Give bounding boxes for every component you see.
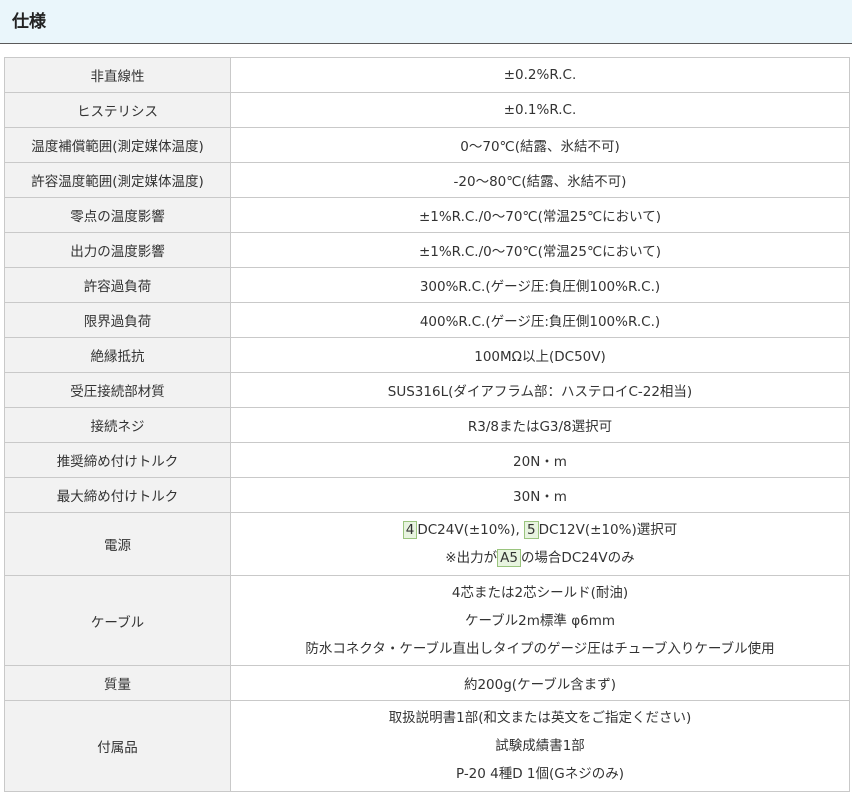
row-label: 許容過負荷 bbox=[4, 267, 231, 303]
row-value: ±0.2%R.C. bbox=[230, 57, 850, 93]
cable-line: 防水コネクタ・ケーブル直出しタイプのゲージ圧はチューブ入りケーブル使用 bbox=[305, 640, 775, 657]
accessories-line: 取扱説明書1部(和文または英文をご指定ください) bbox=[388, 710, 692, 726]
row-value: 400%R.C.(ゲージ圧:負圧側100%R.C.) bbox=[230, 302, 850, 338]
cable-value: 4芯または2芯シールド(耐油) ケーブル2m標準 φ6mm 防水コネクタ・ケーブ… bbox=[230, 575, 850, 666]
table-row: 絶縁抵抗 100MΩ以上(DC50V) bbox=[4, 337, 850, 373]
row-label: 非直線性 bbox=[4, 57, 231, 93]
row-label: 接続ネジ bbox=[4, 407, 231, 443]
power-code-1: 4 bbox=[402, 521, 418, 539]
row-value: 300%R.C.(ゲージ圧:負圧側100%R.C.) bbox=[230, 267, 850, 303]
row-label: 受圧接続部材質 bbox=[4, 372, 231, 408]
table-row: 限界過負荷 400%R.C.(ゲージ圧:負圧側100%R.C.) bbox=[4, 302, 850, 338]
row-value: 100MΩ以上(DC50V) bbox=[230, 337, 850, 373]
power-code-2: 5 bbox=[524, 521, 539, 539]
row-value: 30N・m bbox=[230, 477, 850, 513]
power-text-1: DC24V(±10%), bbox=[417, 522, 520, 538]
row-value: ±0.1%R.C. bbox=[230, 92, 850, 128]
power-note: ※出力が A5 の場合DC24Vのみ bbox=[237, 544, 843, 572]
row-label: 絶縁抵抗 bbox=[4, 337, 231, 373]
section-title: 仕様 bbox=[12, 12, 46, 32]
row-label: 推奨締め付けトルク bbox=[4, 442, 231, 478]
power-line-1: 4 DC24V(±10%), 5 DC12V(±10%)選択可 bbox=[237, 516, 843, 544]
spec-page: 仕様 非直線性 ±0.2%R.C. ヒステリシス ±0.1%R.C. 温度補償範… bbox=[0, 0, 852, 793]
mass-value: 約200g(ケーブル含まず) bbox=[230, 665, 850, 701]
row-label: 零点の温度影響 bbox=[4, 197, 231, 233]
table-row: 推奨締め付けトルク 20N・m bbox=[4, 442, 850, 478]
table-row: 許容温度範囲(測定媒体温度) -20～80℃(結露、氷結不可) bbox=[4, 162, 850, 198]
power-value: 4 DC24V(±10%), 5 DC12V(±10%)選択可 ※出力が A5 の場合D… bbox=[230, 512, 850, 576]
row-label: 最大締め付けトルク bbox=[4, 477, 231, 513]
row-value: ±1%R.C./0～70℃(常温25℃において) bbox=[230, 197, 850, 233]
row-value: 0～70℃(結露、氷結不可) bbox=[230, 127, 850, 163]
table-row-accessories: 付属品 取扱説明書1部(和文または英文をご指定ください) 試験成績書1部 P-2… bbox=[4, 700, 850, 792]
accessories-line: P-20 4種D 1個(Gネジのみ) bbox=[455, 766, 625, 782]
table-row: 零点の温度影響 ±1%R.C./0～70℃(常温25℃において) bbox=[4, 197, 850, 233]
table-row: ヒステリシス ±0.1%R.C. bbox=[4, 92, 850, 128]
spec-table: 非直線性 ±0.2%R.C. ヒステリシス ±0.1%R.C. 温度補償範囲(測… bbox=[4, 57, 850, 792]
power-label: 電源 bbox=[4, 512, 231, 576]
row-value: 20N・m bbox=[230, 442, 850, 478]
table-row: 温度補償範囲(測定媒体温度) 0～70℃(結露、氷結不可) bbox=[4, 127, 850, 163]
row-label: ヒステリシス bbox=[4, 92, 231, 128]
row-value: R3/8またはG3/8選択可 bbox=[230, 407, 850, 443]
accessories-label: 付属品 bbox=[4, 700, 231, 792]
table-row: 出力の温度影響 ±1%R.C./0～70℃(常温25℃において) bbox=[4, 232, 850, 268]
row-value: -20～80℃(結露、氷結不可) bbox=[230, 162, 850, 198]
cable-line: ケーブル2m標準 φ6mm bbox=[464, 612, 616, 629]
row-value: ±1%R.C./0～70℃(常温25℃において) bbox=[230, 232, 850, 268]
cable-line: 4芯または2芯シールド(耐油) bbox=[451, 584, 629, 601]
mass-label: 質量 bbox=[4, 665, 231, 701]
row-value: SUS316L(ダイアフラム部：ハステロイC-22相当) bbox=[230, 372, 850, 408]
row-label: 出力の温度影響 bbox=[4, 232, 231, 268]
table-row-mass: 質量 約200g(ケーブル含まず) bbox=[4, 665, 850, 701]
table-row: 接続ネジ R3/8またはG3/8選択可 bbox=[4, 407, 850, 443]
table-row: 最大締め付けトルク 30N・m bbox=[4, 477, 850, 513]
accessories-value: 取扱説明書1部(和文または英文をご指定ください) 試験成績書1部 P-20 4種… bbox=[230, 700, 850, 792]
cable-label: ケーブル bbox=[4, 575, 231, 666]
power-note-prefix: ※出力が bbox=[445, 550, 498, 566]
table-row-cable: ケーブル 4芯または2芯シールド(耐油) ケーブル2m標準 φ6mm 防水コネク… bbox=[4, 575, 850, 666]
table-row: 非直線性 ±0.2%R.C. bbox=[4, 57, 850, 93]
accessories-line: 試験成績書1部 bbox=[495, 738, 585, 754]
row-label: 許容温度範囲(測定媒体温度) bbox=[4, 162, 231, 198]
row-label: 温度補償範囲(測定媒体温度) bbox=[4, 127, 231, 163]
power-note-code: A5 bbox=[497, 549, 521, 567]
row-label: 限界過負荷 bbox=[4, 302, 231, 338]
table-row-power: 電源 4 DC24V(±10%), 5 DC12V(±10%)選択可 ※出力が A5 の… bbox=[4, 512, 850, 576]
table-row: 許容過負荷 300%R.C.(ゲージ圧:負圧側100%R.C.) bbox=[4, 267, 850, 303]
power-text-2: DC12V(±10%)選択可 bbox=[538, 522, 678, 538]
section-header: 仕様 bbox=[0, 0, 852, 44]
power-note-suffix: の場合DC24Vのみ bbox=[520, 550, 635, 566]
table-row: 受圧接続部材質 SUS316L(ダイアフラム部：ハステロイC-22相当) bbox=[4, 372, 850, 408]
